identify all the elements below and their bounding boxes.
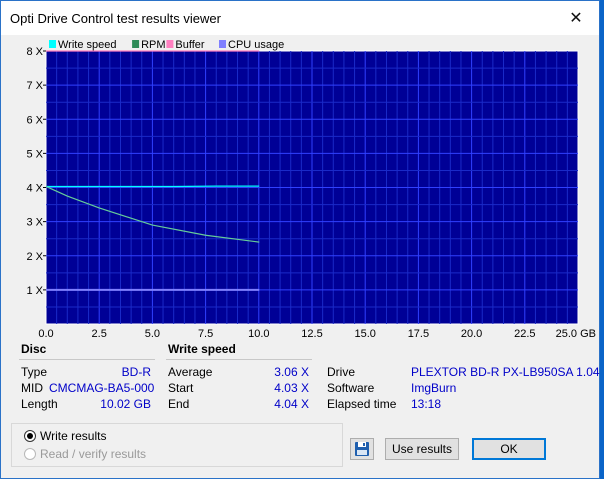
- disc-header: Disc: [21, 342, 47, 356]
- y-tick-label: 3 X: [26, 217, 43, 229]
- x-tick-label: 2.5: [92, 328, 107, 340]
- legend-entry: Write speed: [58, 39, 117, 51]
- result-type-group: Write results Read / verify results: [11, 423, 343, 467]
- disc-mid-label: MID: [21, 381, 43, 395]
- ok-button[interactable]: OK: [472, 438, 546, 460]
- y-tick-label: 6 X: [26, 114, 43, 126]
- legend-entry: CPU usage: [228, 39, 284, 51]
- disc-mid-value: CMCMAG-BA5-000: [49, 381, 155, 395]
- speed-chart: 8 X 7 X 6 X 5 X 4 X 3 X 2 X 1 X 0.0 2.5 5.0 7.5 10.0…: [26, 39, 596, 340]
- y-tick-label: 2 X: [26, 251, 43, 263]
- write-results-label[interactable]: Write results: [40, 429, 106, 443]
- elapsed-time-label: Elapsed time: [327, 397, 397, 411]
- y-tick-label: 4 X: [26, 183, 43, 195]
- floppy-disk-icon: [355, 442, 369, 456]
- average-label: Average: [168, 365, 213, 379]
- disc-length-value: 10.02 GB: [100, 397, 151, 411]
- x-tick-label: 7.5: [198, 328, 213, 340]
- disc-separator: [19, 359, 155, 360]
- x-tick-label: 12.5: [301, 328, 322, 340]
- read-verify-results-radio: [24, 448, 36, 460]
- y-tick-label: 7 X: [26, 80, 43, 92]
- x-tick-label: 10.0: [248, 328, 269, 340]
- start-label: Start: [168, 381, 194, 395]
- x-tick-label: 25.0 GB: [556, 328, 596, 340]
- average-value: 3.06 X: [274, 365, 309, 379]
- write-speed-header: Write speed: [168, 342, 236, 356]
- legend-entry: Buffer: [175, 39, 204, 51]
- y-tick-label: 8 X: [26, 46, 43, 58]
- disc-length-label: Length: [21, 397, 58, 411]
- end-value: 4.04 X: [274, 397, 309, 411]
- x-tick-label: 17.5: [408, 328, 429, 340]
- chart-panel: 8 X 7 X 6 X 5 X 4 X 3 X 2 X 1 X 0.0 2.5 5.0 7.5 10.0…: [1, 35, 599, 341]
- legend-entry: RPM: [141, 39, 165, 51]
- drive-label: Drive: [327, 365, 356, 379]
- legend-swatch: [49, 40, 56, 48]
- disc-type-value: BD-R: [121, 365, 151, 379]
- legend-swatch: [132, 40, 140, 48]
- y-tick-label: 5 X: [26, 148, 43, 160]
- close-icon: ✕: [569, 10, 583, 27]
- close-button[interactable]: ✕: [553, 1, 599, 35]
- software-label: Software: [327, 381, 375, 395]
- x-tick-label: 20.0: [461, 328, 482, 340]
- save-button[interactable]: [350, 438, 374, 460]
- y-tick-label: 1 X: [26, 285, 43, 297]
- legend-swatch: [166, 40, 174, 48]
- legend-swatch: [219, 40, 226, 48]
- x-tick-label: 0.0: [38, 328, 53, 340]
- x-tick-label: 5.0: [145, 328, 160, 340]
- results-viewer-window: Opti Drive Control test results viewer ✕…: [0, 0, 600, 479]
- x-tick-label: 15.0: [354, 328, 375, 340]
- drive-value: PLEXTOR BD-R PX-LB950SA 1.04: [411, 365, 600, 379]
- x-tick-label: 22.5: [514, 328, 535, 340]
- write-speed-separator: [166, 359, 312, 360]
- software-value: ImgBurn: [411, 381, 457, 395]
- disc-type-label: Type: [21, 365, 48, 379]
- elapsed-time-value: 13:18: [411, 397, 442, 411]
- end-label: End: [168, 397, 190, 411]
- write-results-radio[interactable]: [24, 430, 36, 442]
- start-value: 4.03 X: [274, 381, 309, 395]
- title-bar: Opti Drive Control test results viewer ✕: [1, 1, 599, 35]
- read-verify-results-label: Read / verify results: [40, 447, 147, 461]
- use-results-button[interactable]: Use results: [385, 438, 459, 460]
- window-title: Opti Drive Control test results viewer: [10, 11, 221, 26]
